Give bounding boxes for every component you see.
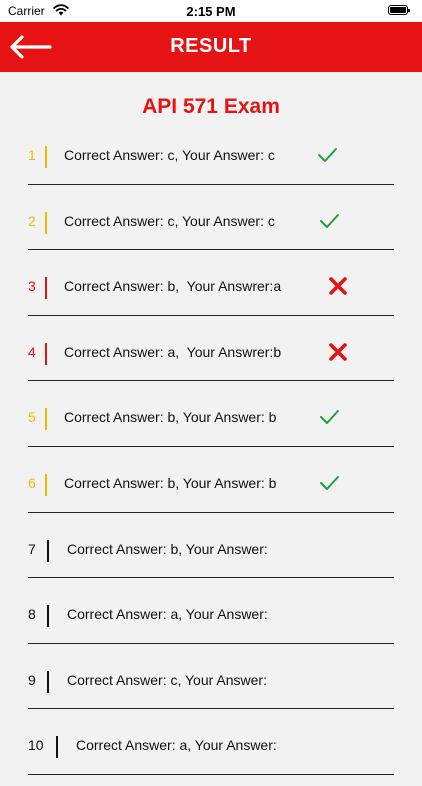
row-divider-bar [45, 473, 47, 496]
answer-text: Correct Answer: a, Your Answrer:b [64, 343, 282, 360]
row-divider-bar [45, 277, 47, 300]
question-number: 4 [28, 343, 36, 360]
row-separator [28, 642, 394, 644]
row-divider-bar [47, 605, 49, 628]
row-divider-bar [47, 539, 49, 562]
cross-icon [329, 277, 347, 295]
result-row: 5 Correct Answer: b, Your Answer: b [0, 392, 422, 458]
nav-bar: RESULT [0, 22, 422, 72]
row-divider-bar [47, 670, 49, 693]
question-number: 9 [28, 671, 36, 688]
row-divider-bar [45, 408, 47, 431]
result-row: 2 Correct Answer: c, Your Answer: c [0, 196, 422, 262]
row-separator [28, 380, 394, 382]
answer-text: Correct Answer: b, Your Answer: b [64, 474, 277, 491]
answer-text: Correct Answer: a, Your Answer: [67, 606, 268, 623]
status-time: 2:15 PM [186, 4, 236, 19]
status-bar: Carrier 2:15 PM [0, 0, 422, 22]
row-separator [28, 183, 394, 185]
row-divider-bar [45, 146, 47, 168]
battery-icon [388, 5, 410, 15]
answer-text: Correct Answer: c, Your Answer: c [64, 147, 275, 163]
row-divider-bar [45, 211, 47, 234]
checkmark-icon [320, 410, 339, 425]
answer-text: Correct Answer: b, Your Answrer:a [64, 278, 282, 295]
row-separator [28, 773, 394, 775]
result-row: 1 Correct Answer: c, Your Answer: c [0, 130, 422, 196]
result-row: 10 Correct Answer: a, Your Answer: [0, 720, 422, 786]
result-row: 6 Correct Answer: b, Your Answer: b [0, 458, 422, 524]
row-separator [28, 708, 394, 710]
answer-text: Correct Answer: c, Your Answer: [67, 671, 267, 688]
result-list: 1 Correct Answer: c, Your Answer: c 2 Corre… [0, 130, 422, 786]
row-separator [28, 445, 394, 447]
question-number: 1 [28, 147, 36, 163]
answer-text: Correct Answer: c, Your Answer: c [64, 212, 275, 229]
nav-title: RESULT [170, 35, 252, 57]
result-row: 7 Correct Answer: b, Your Answer: [0, 524, 422, 590]
question-number: 10 [28, 737, 44, 754]
question-number: 7 [28, 540, 36, 557]
checkmark-icon [318, 148, 337, 162]
row-divider-bar [56, 736, 58, 759]
question-number: 3 [28, 278, 36, 295]
result-row: 3 Correct Answer: b, Your Answrer:a [0, 261, 422, 327]
exam-title: API 571 Exam [142, 95, 280, 118]
answer-text: Correct Answer: b, Your Answer: [67, 540, 268, 557]
question-number: 2 [28, 212, 36, 229]
row-separator [28, 577, 394, 579]
row-divider-bar [45, 342, 47, 365]
question-number: 8 [28, 606, 36, 623]
row-separator [28, 314, 394, 316]
checkmark-icon [320, 213, 339, 228]
answer-text: Correct Answer: a, Your Answer: [76, 737, 277, 754]
answer-text: Correct Answer: b, Your Answer: b [64, 409, 277, 426]
result-row: 8 Correct Answer: a, Your Answer: [0, 589, 422, 655]
question-number: 5 [28, 409, 36, 426]
question-number: 6 [28, 474, 36, 491]
row-separator [28, 511, 394, 513]
cross-icon [329, 342, 347, 361]
row-separator [28, 249, 394, 251]
result-row: 4 Correct Answer: a, Your Answrer:b [0, 327, 422, 393]
result-row: 9 Correct Answer: c, Your Answer: [0, 655, 422, 721]
checkmark-icon [320, 475, 339, 490]
